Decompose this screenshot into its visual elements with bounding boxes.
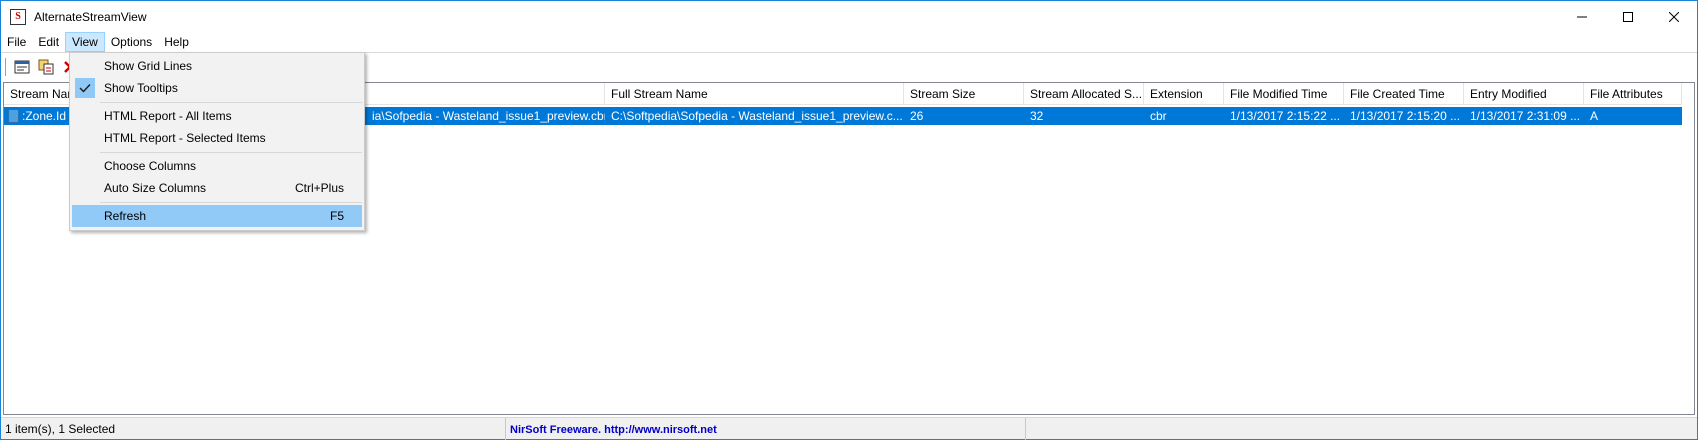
menu-item-html-report-all[interactable]: HTML Report - All Items: [72, 105, 362, 127]
cell-file-modified-time: 1/13/2017 2:15:22 ...: [1230, 109, 1341, 123]
menu-item-label: Refresh: [104, 209, 147, 223]
copy-icon: [38, 59, 54, 74]
nirsoft-link[interactable]: NirSoft Freeware. http://www.nirsoft.net: [510, 424, 717, 436]
window-controls: [1559, 1, 1697, 32]
menu-file[interactable]: File: [1, 32, 32, 52]
menu-item-refresh[interactable]: Refresh F5: [72, 205, 362, 227]
app-window: S AlternateStreamView File Edit View Opt…: [0, 0, 1698, 440]
menu-item-label: Show Grid Lines: [104, 59, 193, 73]
close-icon: [1669, 11, 1679, 22]
menu-edit[interactable]: Edit: [32, 32, 65, 52]
menu-bar: File Edit View Options Help: [1, 32, 1697, 52]
menu-item-shortcut: Ctrl+Plus: [294, 181, 344, 195]
menu-view[interactable]: View: [65, 32, 105, 52]
menu-item-show-tooltips[interactable]: Show Tooltips: [72, 77, 362, 99]
column-header-stream-allocated-size[interactable]: Stream Allocated S...: [1024, 83, 1144, 105]
menu-item-choose-columns[interactable]: Choose Columns: [72, 155, 362, 177]
menu-separator: [100, 202, 362, 203]
stream-file-icon: [8, 108, 19, 123]
close-button[interactable]: [1651, 1, 1697, 32]
column-header-file-modified-time[interactable]: File Modified Time: [1224, 83, 1344, 105]
column-header-file-created-time[interactable]: File Created Time: [1344, 83, 1464, 105]
copy-button[interactable]: [35, 56, 57, 78]
cell-stream-size: 26: [910, 109, 924, 123]
cell-entry-modified: 1/13/2017 2:31:09 ...: [1470, 109, 1581, 123]
status-credit: NirSoft Freeware. http://www.nirsoft.net: [506, 417, 1026, 440]
menu-item-shortcut: F5: [329, 209, 344, 223]
column-header-entry-modified[interactable]: Entry Modified: [1464, 83, 1584, 105]
minimize-icon: [1577, 16, 1587, 17]
menu-item-label: Show Tooltips: [104, 81, 178, 95]
menu-item-html-report-selected[interactable]: HTML Report - Selected Items: [72, 127, 362, 149]
menu-item-label: HTML Report - Selected Items: [104, 131, 266, 145]
status-bar: 1 item(s), 1 Selected NirSoft Freeware. …: [1, 417, 1697, 440]
menu-item-label: Choose Columns: [104, 159, 197, 173]
toolbar-separator: [5, 57, 7, 76]
cell-file-attributes: A: [1590, 109, 1599, 123]
cell-file-created-time: 1/13/2017 2:15:20 ...: [1350, 109, 1461, 123]
column-header-file-attributes[interactable]: File Attributes: [1584, 83, 1682, 105]
menu-item-auto-size-columns[interactable]: Auto Size Columns Ctrl+Plus: [72, 177, 362, 199]
status-item-count: 1 item(s), 1 Selected: [1, 417, 506, 440]
menu-options[interactable]: Options: [105, 32, 158, 52]
menu-item-label: Auto Size Columns: [104, 181, 207, 195]
cell-stream-allocated-size: 32: [1030, 109, 1044, 123]
app-icon[interactable]: S: [10, 8, 26, 25]
cell-extension: cbr: [1150, 109, 1167, 123]
maximize-icon: [1623, 11, 1633, 22]
menu-separator: [100, 152, 362, 153]
properties-icon: [14, 60, 30, 73]
status-empty-panel: [1026, 418, 1626, 440]
menu-item-label: HTML Report - All Items: [104, 109, 232, 123]
menu-separator: [100, 102, 362, 103]
column-header-extension[interactable]: Extension: [1144, 83, 1224, 105]
cell-stream-name: :Zone.Id: [4, 107, 72, 125]
cell-stream-name-text: :Zone.Id: [22, 109, 67, 123]
menu-item-show-grid-lines[interactable]: Show Grid Lines: [72, 55, 362, 77]
column-header-stream-size[interactable]: Stream Size: [904, 83, 1024, 105]
checkmark-icon: [75, 78, 95, 98]
properties-button[interactable]: [11, 56, 33, 78]
window-title: AlternateStreamView: [34, 9, 147, 24]
view-menu-dropdown: Show Grid Lines Show Tooltips HTML Repor…: [69, 52, 365, 231]
column-header-full-stream-name[interactable]: Full Stream Name: [605, 83, 904, 105]
title-bar: S AlternateStreamView: [1, 1, 1697, 32]
cell-full-stream-name: C:\Softpedia\Sofpedia - Wasteland_issue1…: [611, 109, 903, 123]
minimize-button[interactable]: [1559, 1, 1605, 32]
maximize-button[interactable]: [1605, 1, 1651, 32]
menu-help[interactable]: Help: [158, 32, 195, 52]
column-header-stream-name[interactable]: Stream Name: [4, 83, 72, 105]
